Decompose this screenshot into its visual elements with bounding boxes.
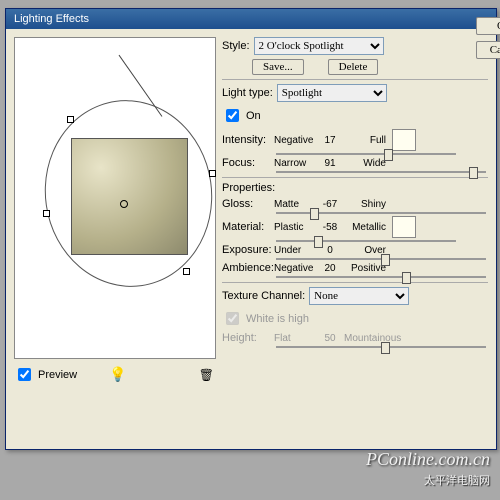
intensity-label: Intensity: — [222, 134, 272, 146]
ambience-lo: Negative — [274, 263, 316, 274]
ellipse-handle[interactable] — [67, 116, 74, 123]
height-thumb — [381, 342, 390, 354]
intensity-hi: Full — [344, 135, 386, 146]
texture-label: Texture Channel: — [222, 290, 305, 302]
preview-label: Preview — [38, 369, 77, 381]
ambience-thumb[interactable] — [402, 272, 411, 284]
height-slider — [276, 346, 486, 348]
ok-button[interactable]: OK — [476, 17, 500, 35]
height-hi: Mountainous — [344, 333, 386, 344]
material-thumb[interactable] — [314, 236, 323, 248]
material-row: Material:Plastic-58Metallic — [222, 216, 488, 238]
ambience-slider[interactable] — [276, 276, 486, 278]
ambience-hi: Positive — [344, 263, 386, 274]
preview-checkbox[interactable] — [18, 368, 31, 381]
material-slider[interactable] — [276, 240, 456, 242]
save-button[interactable]: Save... — [252, 59, 304, 75]
white-high-checkbox — [226, 312, 239, 325]
light-type-select[interactable]: Spotlight — [277, 84, 387, 102]
on-row: On — [222, 106, 488, 125]
intensity-row: Intensity:Negative17Full — [222, 129, 488, 151]
gloss-track-row — [222, 212, 488, 214]
ambience-label: Ambience: — [222, 262, 272, 274]
gloss-row: Gloss:Matte-67Shiny — [222, 198, 488, 210]
watermark: PConline.com.cn — [366, 449, 490, 470]
gloss-label: Gloss: — [222, 198, 272, 210]
ellipse-handle[interactable] — [183, 268, 190, 275]
focus-hi: Wide — [344, 158, 386, 169]
focus-lo: Narrow — [274, 158, 316, 169]
preview-canvas[interactable] — [14, 37, 216, 359]
right-panel: Style: 2 O'clock Spotlight OK Save... De… — [222, 37, 488, 384]
exposure-hi: Over — [344, 245, 386, 256]
gloss-hi: Shiny — [344, 199, 386, 210]
ambience-row: Ambience:Negative20Positive — [222, 262, 488, 274]
material-value: -58 — [318, 222, 342, 233]
material-label: Material: — [222, 221, 272, 233]
intensity-lo: Negative — [274, 135, 316, 146]
focus-label: Focus: — [222, 157, 272, 169]
intensity-swatch[interactable] — [392, 129, 416, 151]
on-checkbox[interactable] — [226, 109, 239, 122]
intensity-thumb[interactable] — [384, 149, 393, 161]
preview-controls: Preview 💡 🗑 — [14, 365, 214, 384]
white-high-row: White is high — [222, 309, 488, 328]
style-select[interactable]: 2 O'clock Spotlight — [254, 37, 384, 55]
ambience-track-row — [222, 276, 488, 278]
watermark-sub: 太平洋电脑网 — [424, 472, 490, 488]
intensity-value: 17 — [318, 135, 342, 146]
focus-thumb[interactable] — [469, 167, 478, 179]
ellipse-handle[interactable] — [209, 170, 216, 177]
style-row: Style: 2 O'clock Spotlight OK — [222, 37, 488, 55]
exposure-thumb[interactable] — [381, 254, 390, 266]
exposure-slider[interactable] — [276, 258, 486, 260]
material-lo: Plastic — [274, 222, 316, 233]
ambience-value: 20 — [318, 263, 342, 274]
ellipse-handle[interactable] — [43, 210, 50, 217]
light-ellipse[interactable] — [33, 89, 224, 297]
height-label: Height: — [222, 332, 272, 344]
bulb-icon[interactable]: 💡 — [109, 366, 126, 383]
material-swatch[interactable] — [392, 216, 416, 238]
properties-label: Properties: — [222, 182, 275, 194]
texture-select[interactable]: None — [309, 287, 409, 305]
exposure-track-row — [222, 258, 488, 260]
intensity-track-row — [222, 153, 488, 155]
delete-button[interactable]: Delete — [328, 59, 379, 75]
light-type-row: Light type: Spotlight — [222, 84, 488, 102]
gloss-thumb[interactable] — [310, 208, 319, 220]
height-row: Height:Flat50Mountainous — [222, 332, 488, 344]
exposure-row: Exposure:Under0Over — [222, 244, 488, 256]
light-type-label: Light type: — [222, 87, 273, 99]
texture-row: Texture Channel: None — [222, 287, 488, 305]
focus-track-row — [222, 171, 488, 173]
left-panel: Preview 💡 🗑 — [14, 37, 214, 384]
focus-slider[interactable] — [276, 171, 486, 173]
material-hi: Metallic — [344, 222, 386, 233]
dialog-content: Preview 💡 🗑 Style: 2 O'clock Spotlight O… — [6, 29, 496, 392]
style-buttons: Save... Delete Cancel — [252, 59, 488, 75]
exposure-label: Exposure: — [222, 244, 272, 256]
style-label: Style: — [222, 40, 250, 52]
on-label: On — [246, 110, 261, 122]
white-high-label: White is high — [246, 313, 309, 325]
height-lo: Flat — [274, 333, 316, 344]
height-value: 50 — [318, 333, 342, 344]
height-track-row — [222, 346, 488, 348]
light-center-handle[interactable] — [120, 200, 128, 208]
lighting-effects-dialog: Lighting Effects Preview 💡 🗑 Sty — [5, 8, 497, 450]
focus-row: Focus:Narrow91Wide — [222, 157, 488, 169]
gloss-value: -67 — [318, 199, 342, 210]
focus-value: 91 — [318, 158, 342, 169]
material-track-row — [222, 240, 488, 242]
trash-icon[interactable]: 🗑 — [199, 368, 214, 382]
intensity-slider[interactable] — [276, 153, 456, 155]
dialog-title: Lighting Effects — [6, 9, 496, 29]
exposure-lo: Under — [274, 245, 316, 256]
cancel-button[interactable]: Cancel — [476, 41, 500, 59]
gloss-slider[interactable] — [276, 212, 486, 214]
